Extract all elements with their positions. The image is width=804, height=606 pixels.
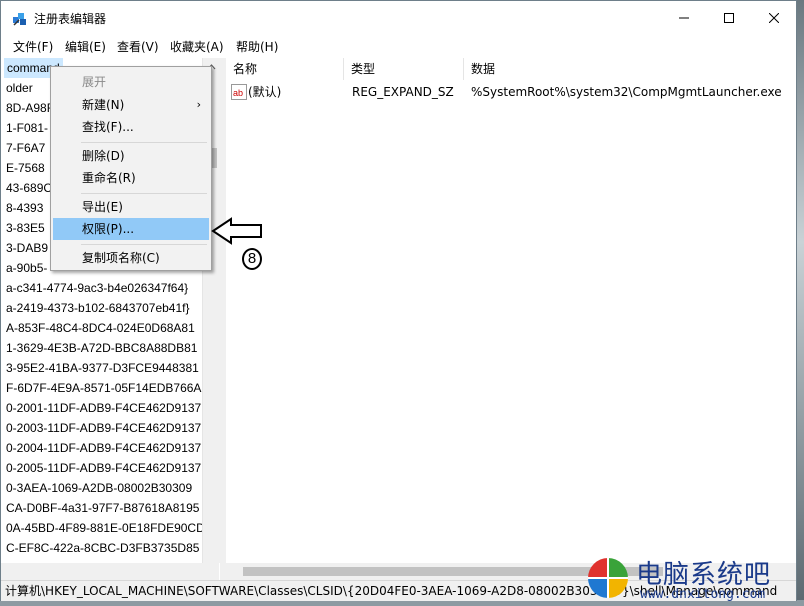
context-menu: 展开 新建(N) › 查找(F)... 删除(D) 重命名(R) 导出(E) 权… xyxy=(50,66,212,271)
menu-separator xyxy=(81,193,207,194)
menu-separator xyxy=(81,142,207,143)
windows-logo-icon xyxy=(588,558,628,598)
tree-item[interactable]: a-c341-4774-9ac3-b4e026347f64} xyxy=(6,278,188,298)
menu-file[interactable]: 文件(F) xyxy=(13,38,53,55)
tree-item[interactable]: 0A-45BD-4F89-881E-0E18FDE90CD xyxy=(6,518,205,538)
menu-item-copy-key-name[interactable]: 复制项名称(C) xyxy=(53,247,209,269)
title-bar[interactable]: 注册表编辑器 xyxy=(1,1,796,34)
tree-item[interactable]: a-90b5- xyxy=(6,258,47,278)
tree-item[interactable]: a-2419-4373-b102-6843707eb41f} xyxy=(6,298,190,318)
tree-item[interactable]: 43-689C xyxy=(6,178,52,198)
close-icon xyxy=(768,12,779,23)
value-data: %SystemRoot%\system32\CompMgmtLauncher.e… xyxy=(471,85,782,99)
maximize-button[interactable] xyxy=(706,1,751,34)
menu-item-new-label: 新建(N) xyxy=(82,98,125,112)
tree-item[interactable]: 0-3AEA-1069-A2DB-08002B30309 xyxy=(6,478,192,498)
tree-item[interactable]: older xyxy=(6,78,33,98)
svg-text:ab: ab xyxy=(233,88,243,98)
tree-item[interactable]: 8D-A98F xyxy=(6,98,54,118)
tree-item[interactable]: 0-2003-11DF-ADB9-F4CE462D9137 xyxy=(6,418,201,438)
tree-item[interactable]: CA-D0BF-4a31-97F7-B87618A8195 xyxy=(6,498,199,518)
tree-item[interactable]: 3-DAB9 xyxy=(6,238,48,258)
tree-item[interactable]: 0-2005-11DF-ADB9-F4CE462D9137 xyxy=(6,458,201,478)
minimize-button[interactable] xyxy=(661,1,706,34)
value-type: REG_EXPAND_SZ xyxy=(352,85,454,99)
minimize-icon xyxy=(678,17,689,18)
menu-item-permissions[interactable]: 权限(P)... xyxy=(53,218,209,240)
tree-item[interactable]: 3-83E5 xyxy=(6,218,45,238)
string-value-icon: ab xyxy=(231,84,247,100)
menu-separator xyxy=(81,244,207,245)
tree-item[interactable]: 1-F081- xyxy=(6,118,48,138)
column-header-data[interactable]: 数据 xyxy=(464,58,796,80)
tree-item[interactable]: E-7568 xyxy=(6,158,45,178)
value-name: (默认) xyxy=(248,85,282,99)
column-header-type[interactable]: 类型 xyxy=(344,58,464,80)
tree-item[interactable]: 8-4393 xyxy=(6,198,43,218)
tree-item[interactable]: 0-2001-11DF-ADB9-F4CE462D9137 xyxy=(6,398,201,418)
tree-item[interactable]: 3-95E2-41BA-9377-D3FCE9448381 xyxy=(6,358,199,378)
watermark-name: 电脑系统吧 xyxy=(636,560,772,590)
tree-horizontal-scrollbar[interactable] xyxy=(1,563,219,580)
menu-help[interactable]: 帮助(H) xyxy=(236,38,278,55)
tree-item[interactable]: A-853F-48C4-8DC4-024E0D68A81 xyxy=(6,318,195,338)
maximize-icon xyxy=(723,12,734,23)
values-pane[interactable]: 名称 类型 数据 ab (默认) REG_EXPAND_SZ %SystemRo… xyxy=(226,58,796,580)
tree-item[interactable]: 7-F6A7 xyxy=(6,138,45,158)
menu-item-new[interactable]: 新建(N) › xyxy=(53,94,209,116)
tree-item[interactable]: 0-2004-11DF-ADB9-F4CE462D9137 xyxy=(6,438,201,458)
menu-item-export[interactable]: 导出(E) xyxy=(53,196,209,218)
menu-item-find[interactable]: 查找(F)... xyxy=(53,116,209,138)
step-number-badge: 8 xyxy=(242,248,262,270)
tree-item[interactable]: 1-3629-4E3B-A72D-BBC8A88DB81 xyxy=(6,338,197,358)
menu-item-expand[interactable]: 展开 xyxy=(53,71,209,93)
menu-favorites[interactable]: 收藏夹(A) xyxy=(170,38,224,55)
menu-view[interactable]: 查看(V) xyxy=(117,38,159,55)
menu-edit[interactable]: 编辑(E) xyxy=(65,38,106,55)
menu-item-rename[interactable]: 重命名(R) xyxy=(53,167,209,189)
watermark: 电脑系统吧 www.dnxitong.com xyxy=(586,556,792,604)
tree-item[interactable]: F-6D7F-4E9A-8571-05F14EDB766A xyxy=(6,378,201,398)
column-header-name[interactable]: 名称 xyxy=(226,58,344,80)
watermark-url: www.dnxitong.com xyxy=(640,587,766,602)
chevron-right-icon: › xyxy=(196,98,201,111)
window-title: 注册表编辑器 xyxy=(34,12,107,26)
annotation-arrow-icon xyxy=(211,217,262,245)
menu-item-delete[interactable]: 删除(D) xyxy=(53,145,209,167)
close-button[interactable] xyxy=(751,1,796,34)
menu-bar: 文件(F) 编辑(E) 查看(V) 收藏夹(A) 帮助(H) xyxy=(1,35,796,56)
desktop-background xyxy=(796,0,804,606)
tree-item[interactable]: C-EF8C-422a-8CBC-D3FB3735D85 xyxy=(6,538,199,558)
regedit-icon xyxy=(12,11,28,27)
